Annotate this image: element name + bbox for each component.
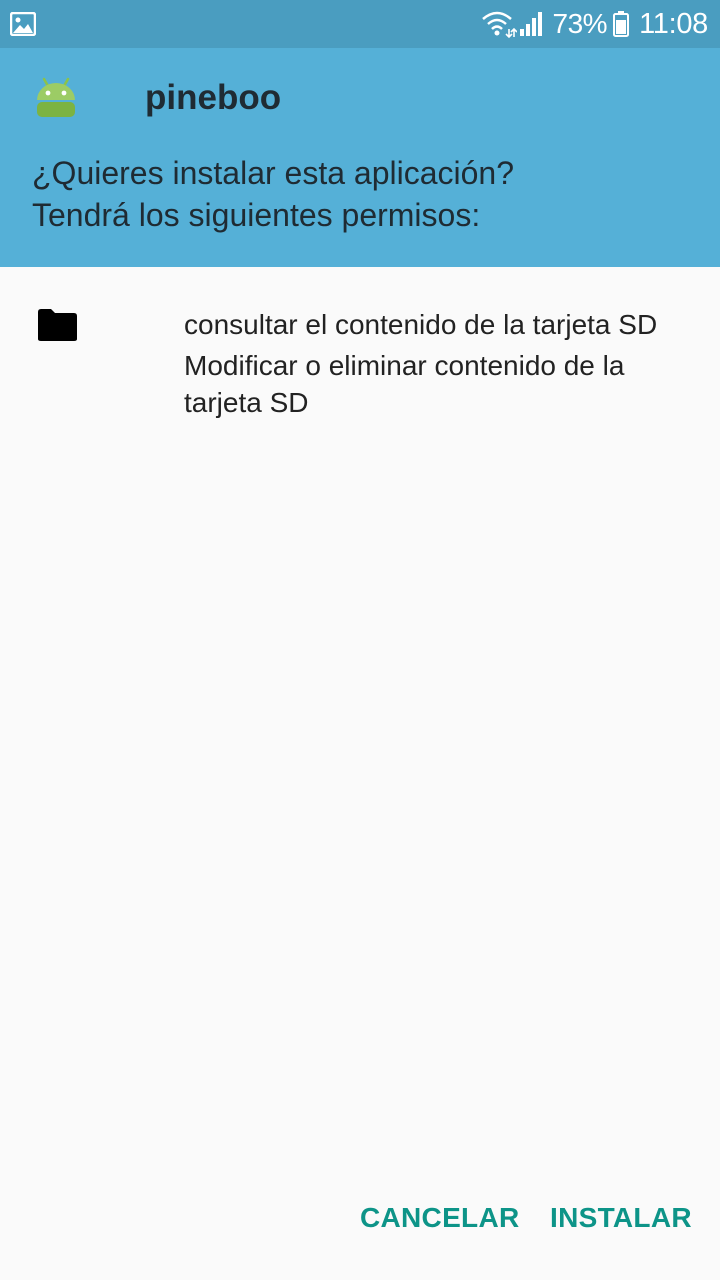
battery-icon (613, 11, 630, 37)
battery-percent: 73% (552, 8, 608, 39)
app-name: pineboo (145, 78, 282, 117)
clock: 11:08 (639, 7, 708, 40)
folder-icon (38, 309, 77, 341)
gallery-icon (10, 12, 36, 36)
cancel-button[interactable]: CANCELAR (360, 1196, 520, 1240)
android-icon (37, 77, 75, 117)
permission-list: consultar el contenido de la tarjeta SD … (184, 306, 704, 425)
install-header: pineboo ¿Quieres instalar esta aplicació… (0, 48, 720, 267)
install-button[interactable]: INSTALAR (550, 1196, 692, 1240)
permissions-subtitle: Tendrá los siguientes permisos: (32, 197, 481, 233)
wifi-icon (481, 11, 517, 39)
permission-item-read-sd: consultar el contenido de la tarjeta SD (184, 309, 658, 340)
install-prompt: ¿Quieres instalar esta aplicación? Tendr… (32, 152, 692, 236)
signal-icon (519, 12, 542, 36)
install-question: ¿Quieres instalar esta aplicación? (32, 155, 515, 191)
status-icons: 73% 11:08 (481, 0, 708, 48)
status-bar: 73% 11:08 (0, 0, 720, 48)
permission-item-modify-sd: Modificar o eliminar contenido de la tar… (184, 350, 625, 418)
